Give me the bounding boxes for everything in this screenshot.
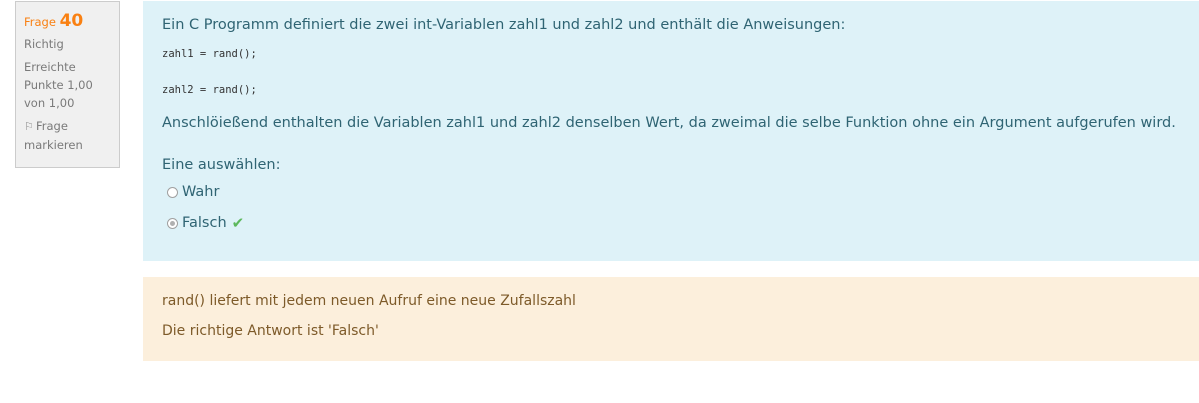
code-line: zahl2 = rand();	[162, 84, 257, 96]
question-state: Richtig	[24, 37, 64, 51]
code-line: zahl1 = rand();	[162, 48, 257, 60]
answer-option-falsch[interactable]: Falsch ✔	[167, 213, 1199, 233]
question-number-row: Frage 40	[24, 10, 119, 33]
general-feedback: rand() liefert mit jedem neuen Aufruf ei…	[162, 293, 576, 309]
question-statement: Anschlöießend enthalten die Variablen za…	[162, 115, 1176, 131]
flag-icon: ⚐	[24, 120, 34, 133]
question-content: Ein C Programm definiert die zwei int-Va…	[143, 1, 1199, 261]
flag-label-line2: markieren	[24, 138, 83, 152]
option-label: Wahr	[182, 184, 220, 200]
answer-prompt: Eine auswählen:	[162, 157, 281, 173]
radio-button-selected[interactable]	[167, 217, 178, 229]
answer-option-wahr[interactable]: Wahr	[167, 182, 1199, 202]
question-label: Frage	[24, 15, 56, 29]
question-text: Ein C Programm definiert die zwei int-Va…	[162, 17, 846, 33]
right-answer: Die richtige Antwort ist 'Falsch'	[162, 323, 379, 339]
grade-line: Erreichte	[24, 60, 76, 74]
radio-button[interactable]	[167, 186, 178, 198]
check-icon: ✔	[231, 214, 245, 232]
flag-question-link[interactable]: ⚐ Frage markieren	[24, 117, 119, 154]
option-label: Falsch	[182, 215, 227, 231]
question-grade: Erreichte Punkte 1,00 von 1,00	[24, 58, 119, 112]
question-number: 40	[59, 11, 84, 31]
question-info-panel: Frage 40 Richtig Erreichte Punkte 1,00 v…	[15, 1, 120, 168]
grade-line: von 1,00	[24, 96, 75, 110]
feedback-panel: rand() liefert mit jedem neuen Aufruf ei…	[143, 277, 1199, 361]
grade-line: Punkte 1,00	[24, 78, 93, 92]
flag-label: Frage	[36, 119, 68, 133]
